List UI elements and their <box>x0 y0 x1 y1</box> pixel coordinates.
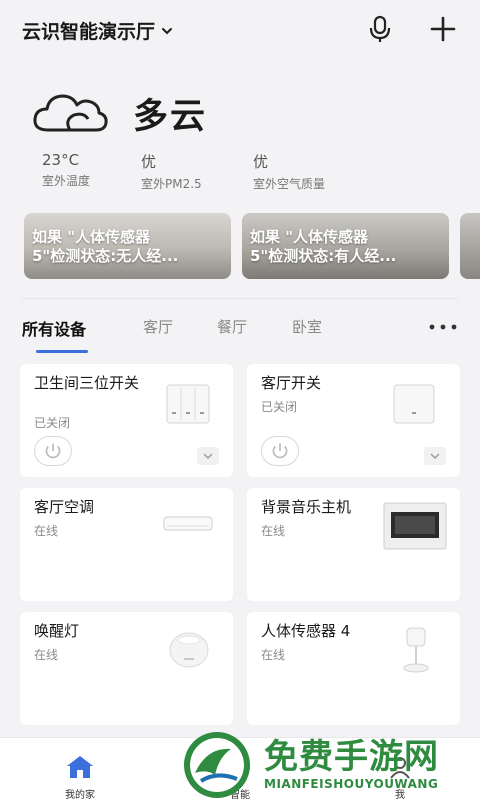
scene-line1: 如果 "人体传感器 <box>250 228 369 246</box>
outdoor-pm25: 优 室外PM2.5 <box>141 153 202 191</box>
device-name: 背景音乐主机 <box>261 498 352 516</box>
nav-home[interactable]: 我的家 <box>50 754 110 800</box>
tab-all-devices[interactable]: 所有设备 <box>22 316 86 340</box>
device-name: 人体传感器 4 <box>261 622 351 640</box>
wake-light-icon <box>169 632 209 668</box>
device-card[interactable]: 卫生间三位开关 已关闭 <box>20 364 233 477</box>
watermark-subtitle: MIANFEISHOUYOUWANG <box>264 777 439 791</box>
tab-living-room[interactable]: 客厅 <box>143 316 173 337</box>
device-card[interactable]: 唤醒灯 在线 <box>20 612 233 725</box>
device-status: 在线 <box>34 524 59 538</box>
chevron-down-icon[interactable] <box>424 447 446 465</box>
tab-dining-room[interactable]: 餐厅 <box>217 316 247 337</box>
scene-line1: 如果 "人体传感器 <box>32 228 151 246</box>
more-icon[interactable] <box>428 323 458 331</box>
scene-line2: 5"检测状态:无人经... <box>32 247 179 265</box>
active-tab-indicator <box>36 350 88 353</box>
device-status: 已关闭 <box>34 416 71 430</box>
tab-bedroom[interactable]: 卧室 <box>292 316 322 337</box>
scene-line2: 5"检测状态:有人经... <box>250 247 397 265</box>
home-selector[interactable]: 云识智能演示厅 <box>22 17 173 44</box>
watermark-title: 免费手游网 <box>264 737 439 777</box>
outdoor-air-quality: 优 室外空气质量 <box>253 153 326 191</box>
scene-card[interactable]: 如果 "人体传感器 5"检测状态:有人经... <box>242 213 449 279</box>
device-status: 在线 <box>261 524 286 538</box>
music-host-icon <box>383 502 447 550</box>
device-name: 唤醒灯 <box>34 622 80 640</box>
weather-condition: 多云 <box>133 97 208 137</box>
device-name: 客厅空调 <box>34 498 95 516</box>
power-button[interactable] <box>34 436 72 466</box>
triple-switch-icon <box>166 384 210 424</box>
top-bar: 云识智能演示厅 <box>0 0 480 62</box>
cloud-icon <box>33 94 108 132</box>
room-tabs: 所有设备 客厅 餐厅 卧室 <box>0 308 480 353</box>
watermark-logo <box>184 732 250 798</box>
device-status: 在线 <box>34 648 59 662</box>
divider <box>22 298 458 299</box>
device-card[interactable]: 人体传感器 4 在线 <box>247 612 460 725</box>
scene-card-partial[interactable] <box>460 213 480 279</box>
single-switch-icon <box>393 384 435 424</box>
outdoor-temperature: 23°C 室外温度 <box>42 151 91 188</box>
device-card[interactable]: 背景音乐主机 在线 <box>247 488 460 601</box>
nav-label: 我的家 <box>65 790 95 800</box>
motion-sensor-icon <box>403 627 429 673</box>
air-conditioner-icon <box>163 516 213 531</box>
scene-image <box>460 213 480 279</box>
device-status: 已关闭 <box>261 400 298 414</box>
scene-card[interactable]: 如果 "人体传感器 5"检测状态:无人经... <box>24 213 231 279</box>
microphone-icon[interactable] <box>366 14 394 44</box>
device-card[interactable]: 客厅空调 在线 <box>20 488 233 601</box>
device-status: 在线 <box>261 648 286 662</box>
device-card[interactable]: 客厅开关 已关闭 <box>247 364 460 477</box>
scene-carousel[interactable]: 如果 "人体传感器 5"检测状态:无人经... 如果 "人体传感器 5"检测状态… <box>0 213 480 279</box>
home-icon <box>67 756 93 778</box>
home-name: 云识智能演示厅 <box>22 21 156 43</box>
chevron-down-icon <box>162 27 173 34</box>
plus-icon[interactable] <box>428 14 458 44</box>
device-name: 客厅开关 <box>261 374 322 392</box>
power-button[interactable] <box>261 436 299 466</box>
device-name: 卫生间三位开关 <box>34 374 140 392</box>
chevron-down-icon[interactable] <box>197 447 219 465</box>
